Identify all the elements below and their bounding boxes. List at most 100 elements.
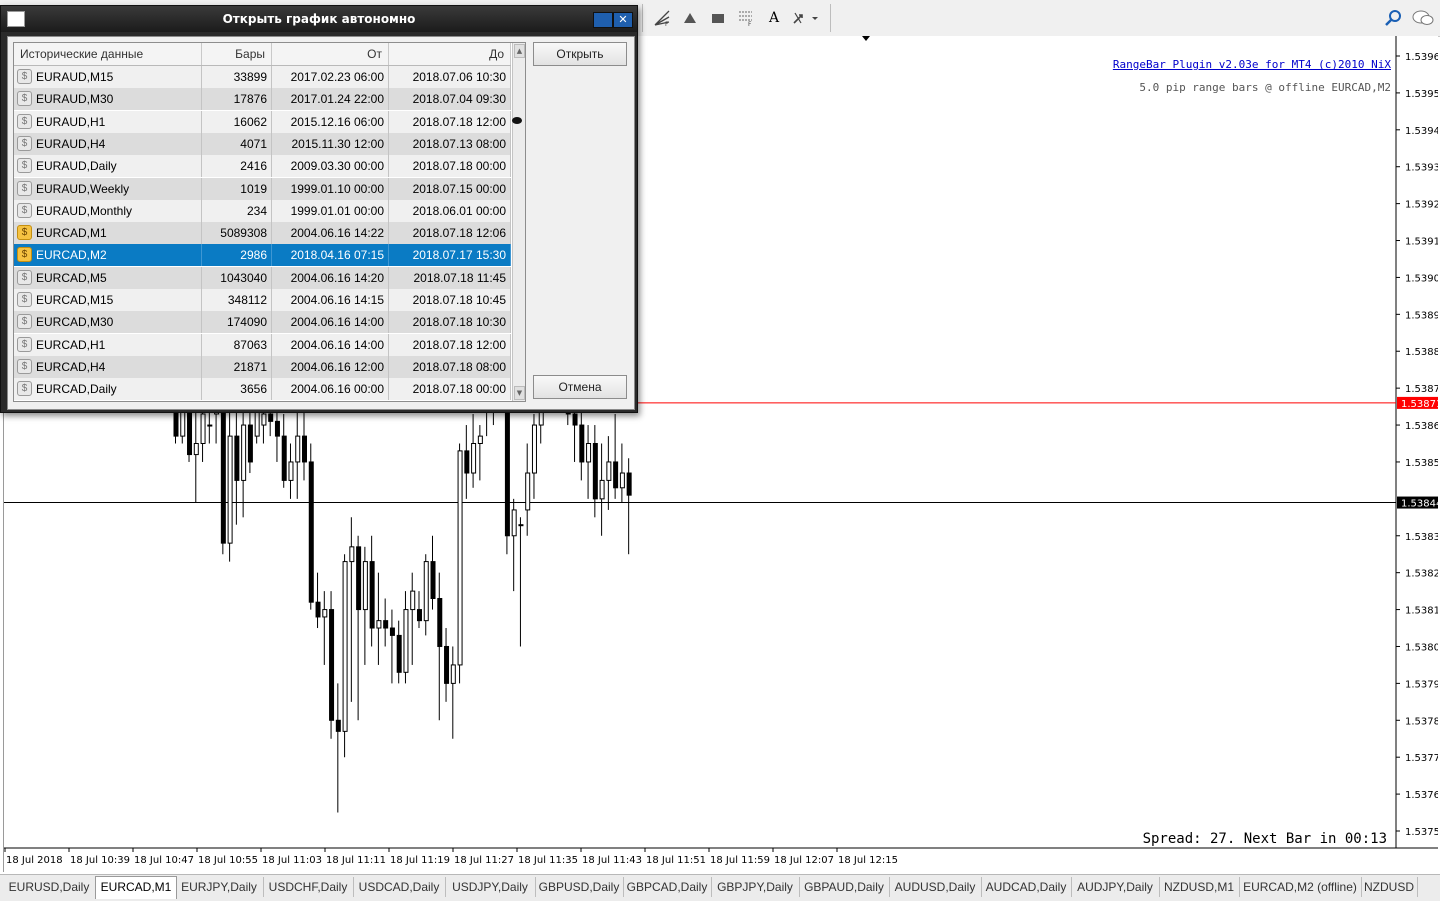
table-row[interactable]: EURCAD,M1 $5089308 2004.06.16 14:22 2018.07… — [14, 222, 511, 245]
time-label: 18 Jul 11:43 — [582, 855, 642, 866]
table-row[interactable]: EURAUD,H4 $4071 2015.11.30 12:00 2018.07.13… — [14, 132, 511, 155]
scroll-thumb[interactable] — [512, 117, 522, 124]
time-label: 18 Jul 11:19 — [390, 855, 450, 866]
column-header-bars[interactable]: Бары — [202, 43, 272, 65]
dollar-icon: $ — [17, 336, 32, 352]
cell-to: 2018.07.18 00:00 — [389, 155, 511, 178]
toolbar-separator — [830, 4, 831, 32]
history-grid[interactable]: Исторические данные Бары От До EURAUD,M1… — [13, 42, 526, 402]
candle-body — [572, 413, 578, 426]
cell-from: 2004.06.16 00:00 — [272, 378, 389, 401]
column-header-to[interactable]: До — [389, 43, 511, 65]
dialog-titlebar[interactable]: Открыть график автономно — [1, 6, 637, 32]
tab-eurcad-m2-offline[interactable]: EURCAD,M2 (offline) — [1239, 877, 1362, 897]
maximize-icon[interactable] — [593, 12, 613, 28]
price-label: 1.53905 — [1405, 273, 1438, 284]
table-row[interactable]: EURAUD,Monthly $234 1999.01.01 00:00 2018.0… — [14, 199, 511, 222]
vertical-scrollbar[interactable]: ▲ ▼ — [512, 43, 525, 401]
cell-to: 2018.07.18 11:45 — [389, 266, 511, 289]
arrows-icon[interactable] — [790, 6, 820, 30]
candle-body — [444, 645, 450, 684]
scroll-down-icon[interactable]: ▼ — [514, 386, 525, 400]
candle-body — [335, 719, 341, 732]
table-row[interactable]: EURCAD,M15 $348112 2004.06.16 14:15 2018.07… — [14, 289, 511, 311]
text-A-icon[interactable]: A — [762, 6, 786, 30]
column-header-from[interactable]: От — [272, 43, 389, 65]
column-header-history[interactable]: Исторические данные — [14, 43, 202, 65]
price-label: 1.53915 — [1405, 237, 1438, 248]
cell-bars: 87063 — [202, 333, 272, 356]
tab-eurusd-daily[interactable]: EURUSD,Daily — [3, 877, 96, 897]
cell-symbol: EURCAD,H4 — [14, 355, 202, 378]
candle-body — [416, 609, 422, 622]
tab-gbpusd-daily[interactable]: GBPUSD,Daily — [535, 877, 624, 897]
table-row[interactable]: EURCAD,H1 $87063 2004.06.16 14:00 2018.07.1… — [14, 333, 511, 356]
table-row[interactable]: EURCAD,M5 $1043040 2004.06.16 14:20 2018.07… — [14, 266, 511, 289]
candle-body — [268, 413, 274, 422]
svg-text:F: F — [748, 21, 752, 27]
candle-body — [464, 450, 470, 474]
tab-nzdusd[interactable]: NZDUSD — [1361, 877, 1418, 897]
rectangle-icon[interactable] — [706, 6, 730, 30]
candle-body — [619, 472, 625, 489]
table-row[interactable]: EURAUD,M15 $33899 2017.02.23 06:00 2018.07.… — [14, 66, 511, 88]
chat-icon[interactable] — [1410, 6, 1436, 30]
table-row[interactable]: EURAUD,Daily $2416 2009.03.30 00:00 2018.07… — [14, 155, 511, 178]
fibo-fan-icon[interactable]: F — [650, 6, 674, 30]
dollar-icon: $ — [17, 381, 32, 397]
open-button[interactable]: Открыть — [533, 42, 627, 66]
tab-gbpaud-daily[interactable]: GBPAUD,Daily — [799, 877, 890, 897]
table-row[interactable]: EURCAD,M2 $2986 2018.04.16 07:15 2018.07.17… — [14, 244, 511, 267]
cell-symbol: EURCAD,M15 — [14, 289, 202, 311]
candle-body — [342, 561, 348, 732]
tab-usdchf-daily[interactable]: USDCHF,Daily — [263, 877, 354, 897]
price-label: 1.53955 — [1405, 89, 1438, 100]
search-icon[interactable] — [1381, 6, 1405, 30]
table-row[interactable]: EURCAD,M30 $174090 2004.06.16 14:00 2018.07… — [14, 311, 511, 334]
triangle-icon[interactable] — [678, 6, 702, 30]
table-row[interactable]: EURCAD,H4 $21871 2004.06.16 12:00 2018.07.1… — [14, 355, 511, 378]
time-label: 18 Jul 10:55 — [198, 855, 258, 866]
candle-body — [247, 424, 253, 463]
candle-body — [227, 435, 233, 544]
dollar-icon: $ — [17, 358, 32, 374]
cancel-button[interactable]: Отмена — [533, 375, 627, 399]
cell-symbol: EURAUD,M30 — [14, 88, 202, 111]
cell-to: 2018.07.04 09:30 — [389, 88, 511, 111]
tab-usdcad-daily[interactable]: USDCAD,Daily — [353, 877, 446, 897]
candle-body — [450, 664, 456, 684]
tab-gbpcad-daily[interactable]: GBPCAD,Daily — [623, 877, 712, 897]
candle-body — [389, 627, 395, 636]
open-offline-dialog: Открыть график автономно ✕ Исторические … — [0, 5, 638, 413]
table-row[interactable]: EURAUD,M30 $17876 2017.01.24 22:00 2018.07.… — [14, 88, 511, 111]
candle-body — [457, 450, 463, 666]
table-row[interactable]: EURAUD,H1 $16062 2015.12.16 06:00 2018.07.1… — [14, 110, 511, 133]
scroll-up-icon[interactable]: ▲ — [514, 44, 525, 58]
tab-nzdusd-m1[interactable]: NZDUSD,M1 — [1159, 877, 1240, 897]
cell-bars: 1043040 — [202, 266, 272, 289]
tab-eurjpy-daily[interactable]: EURJPY,Daily — [175, 877, 264, 897]
chart-shift-marker-icon[interactable] — [862, 36, 870, 41]
dollar-icon: $ — [17, 158, 32, 174]
tab-audusd-daily[interactable]: AUDUSD,Daily — [889, 877, 982, 897]
tab-gbpjpy-daily[interactable]: GBPJPY,Daily — [711, 877, 800, 897]
cell-symbol: EURCAD,Daily — [14, 378, 202, 401]
candle-body — [369, 561, 375, 629]
plugin-title[interactable]: RangeBar Plugin v2.03e for MT4 (c)2010 N… — [1113, 58, 1391, 71]
tab-usdjpy-daily[interactable]: USDJPY,Daily — [445, 877, 536, 897]
tab-audcad-daily[interactable]: AUDCAD,Daily — [981, 877, 1072, 897]
tab-eurcad-m1[interactable]: EURCAD,M1 — [95, 876, 177, 899]
price-label: 1.53815 — [1405, 606, 1438, 617]
dollar-icon: $ — [17, 91, 32, 107]
table-row[interactable]: EURCAD,Daily $3656 2004.06.16 00:00 2018.07… — [14, 378, 511, 401]
candle-body — [599, 479, 605, 500]
candle-body — [437, 598, 443, 647]
table-row[interactable]: EURAUD,Weekly $1019 1999.01.10 00:00 2018.0… — [14, 177, 511, 200]
tab-audjpy-daily[interactable]: AUDJPY,Daily — [1071, 877, 1160, 897]
cell-from: 2004.06.16 14:00 — [272, 333, 389, 356]
fibo-grid-icon[interactable]: F — [734, 6, 758, 30]
price-label: 1.53875 — [1405, 384, 1438, 395]
cell-from: 2004.06.16 14:15 — [272, 289, 389, 311]
close-icon[interactable]: ✕ — [613, 12, 633, 28]
time-label: 18 Jul 12:15 — [838, 855, 898, 866]
